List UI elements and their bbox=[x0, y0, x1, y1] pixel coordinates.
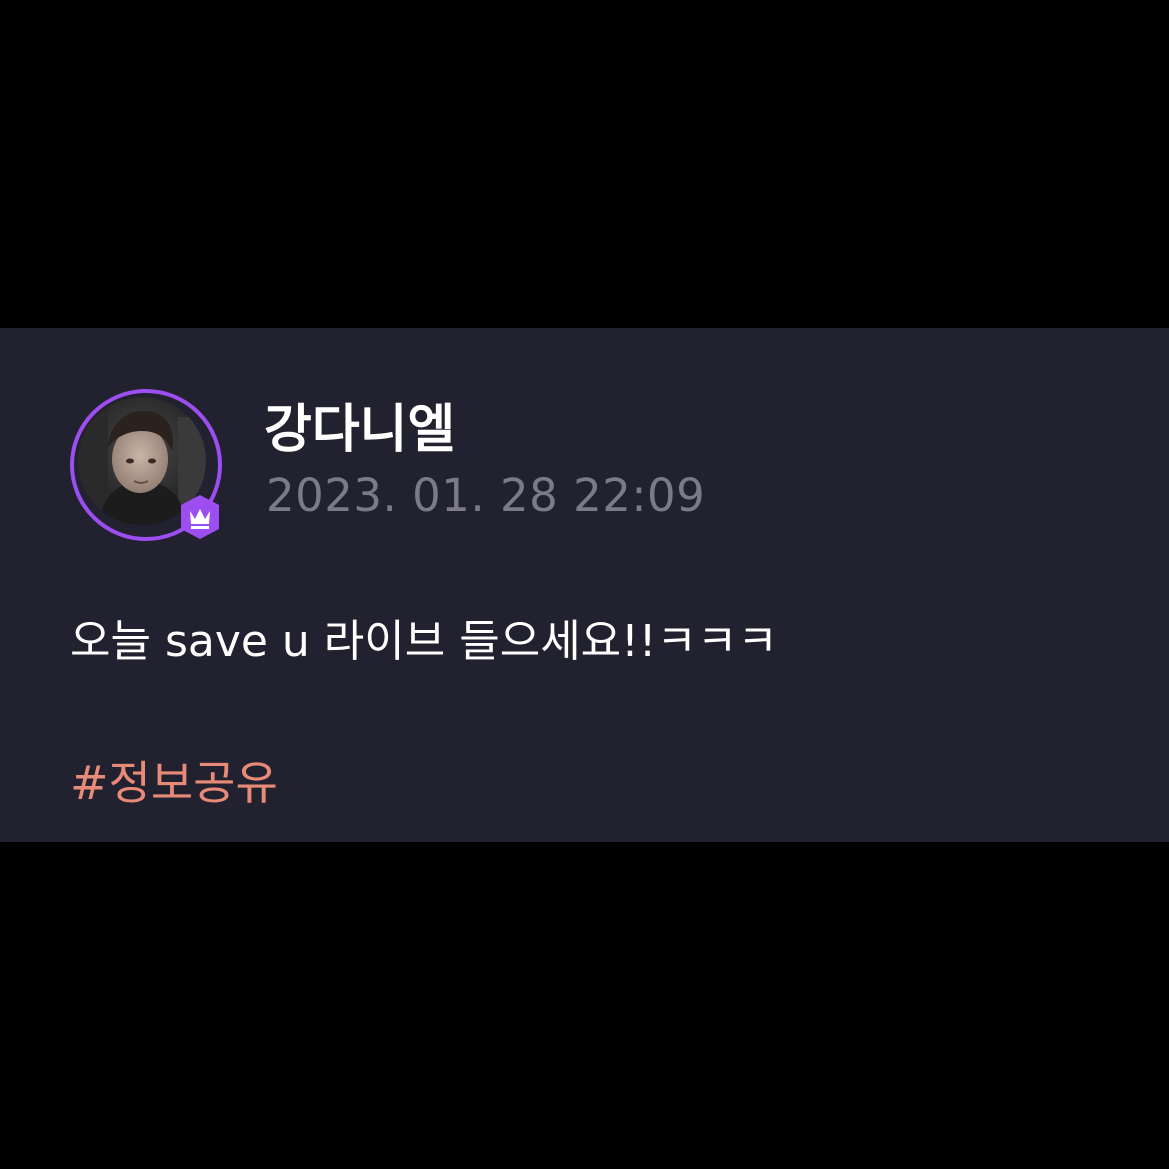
author-name[interactable]: 강다니엘 bbox=[264, 398, 455, 462]
crown-icon bbox=[181, 495, 219, 539]
post-timestamp: 2023. 01. 28 22:09 bbox=[266, 469, 706, 522]
hashtag-link[interactable]: #정보공유 bbox=[70, 752, 278, 814]
crown-badge bbox=[176, 493, 224, 541]
post-card: 강다니엘 2023. 01. 28 22:09 오늘 save u 라이브 들으… bbox=[0, 328, 1169, 842]
author-avatar[interactable] bbox=[70, 389, 222, 541]
post-body-text: 오늘 save u 라이브 들으세요!!ㅋㅋㅋ bbox=[70, 616, 778, 667]
